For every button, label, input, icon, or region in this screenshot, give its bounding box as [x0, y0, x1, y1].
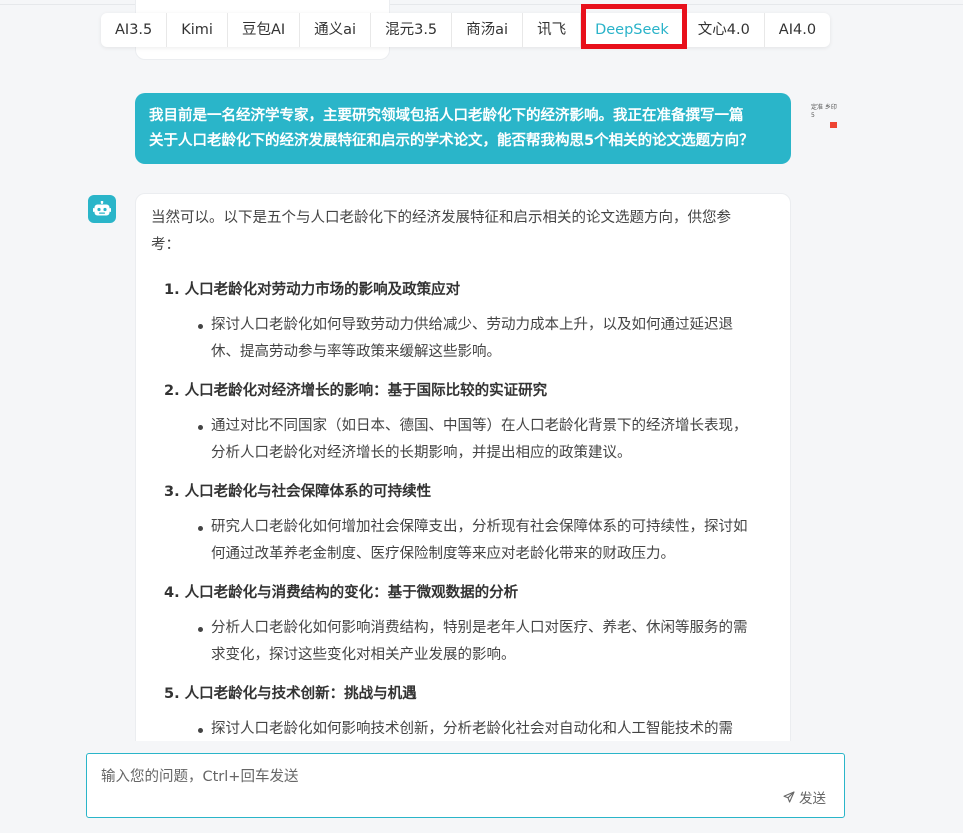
bot-intro-line: 考：: [151, 237, 180, 253]
model-tabs: AI3.5 Kimi 豆包AI 通义ai 混元3.5 商汤ai 讯飞 DeepS…: [101, 13, 831, 47]
topic-desc-line: 休、提高劳动参与率等政策来缓解这些影响。: [211, 344, 501, 360]
topic-desc: 探讨人口老龄化如何影响技术创新，分析老龄化社会对自动化和人工智能技术的需: [151, 716, 776, 743]
chat-page: AI3.5 Kimi 豆包AI 通义ai 混元3.5 商汤ai 讯飞 DeepS…: [0, 0, 963, 833]
topic-item: 1. 人口老龄化对劳动力市场的影响及政策应对 探讨人口老龄化如何导致劳动力供给减…: [151, 277, 776, 366]
tab-ai35[interactable]: AI3.5: [101, 13, 168, 47]
topic-desc-line: 研究人口老龄化如何增加社会保障支出，分析现有社会保障体系的可持续性，探讨如: [211, 519, 748, 535]
topic-desc-line: 分析人口老龄化如何影响消费结构，特别是老年人口对医疗、养老、休闲等服务的需: [211, 620, 748, 636]
topic-desc: 分析人口老龄化如何影响消费结构，特别是老年人口对医疗、养老、休闲等服务的需 求变…: [151, 615, 776, 669]
send-label: 发送: [799, 791, 826, 807]
tab-sensetime[interactable]: 商汤ai: [452, 13, 524, 47]
tab-kimi[interactable]: Kimi: [167, 13, 228, 47]
topic-desc-line: 分析人口老龄化对经济增长的长期影响，并提出相应的政策建议。: [211, 445, 632, 461]
input-area: 发送: [0, 741, 963, 833]
bot-intro: 当然可以。以下是五个与人口老龄化下的经济发展特征和启示相关的论文选题方向，供您参…: [151, 205, 776, 259]
topic-desc: 研究人口老龄化如何增加社会保障支出，分析现有社会保障体系的可持续性，探讨如 何通…: [151, 514, 776, 568]
bot-message-card: 当然可以。以下是五个与人口老龄化下的经济发展特征和启示相关的论文选题方向，供您参…: [135, 193, 791, 833]
avatar-stamp-icon: [830, 122, 837, 128]
robot-icon: [93, 201, 111, 216]
tab-hunyuan[interactable]: 混元3.5: [371, 13, 453, 47]
user-message-bubble: 我目前是一名经济学专家，主要研究领域包括人口老龄化下的经济影响。我正在准备撰写一…: [135, 93, 791, 164]
topic-item: 3. 人口老龄化与社会保障体系的可持续性 研究人口老龄化如何增加社会保障支出，分…: [151, 479, 776, 568]
tab-doubao[interactable]: 豆包AI: [228, 13, 301, 47]
tab-tongyi[interactable]: 通义ai: [300, 13, 372, 47]
bot-avatar: [88, 195, 116, 223]
topic-title: 2. 人口老龄化对经济增长的影响：基于国际比较的实证研究: [164, 383, 548, 399]
topic-title: 5. 人口老龄化与技术创新：挑战与机遇: [164, 686, 417, 702]
topic-item: 4. 人口老龄化与消费结构的变化：基于微观数据的分析 分析人口老龄化如何影响消费…: [151, 580, 776, 669]
user-message-line: 关于人口老龄化下的经济发展特征和启示的学术论文，能否帮我构思5个相关的论文选题方…: [149, 133, 754, 149]
topic-title: 4. 人口老龄化与消费结构的变化：基于微观数据的分析: [164, 585, 519, 601]
topic-desc-line: 求变化，探讨这些变化对相关产业发展的影响。: [211, 647, 516, 663]
tab-wenxin[interactable]: 文心4.0: [684, 13, 765, 47]
topic-desc: 通过对比不同国家（如日本、德国、中国等）在人口老龄化背景下的经济增长表现， 分析…: [151, 413, 776, 467]
user-avatar-text: 定准 乡印 5: [811, 104, 837, 119]
topic-desc: 探讨人口老龄化如何导致劳动力供给减少、劳动力成本上升，以及如何通过延迟退 休、提…: [151, 312, 776, 366]
tab-deepseek[interactable]: DeepSeek: [581, 13, 684, 47]
send-icon: [783, 791, 795, 803]
user-avatar: 定准 乡印 5: [811, 104, 837, 128]
topic-title: 3. 人口老龄化与社会保障体系的可持续性: [164, 484, 432, 500]
topic-title: 1. 人口老龄化对劳动力市场的影响及政策应对: [164, 282, 461, 298]
topic-item: 5. 人口老龄化与技术创新：挑战与机遇 探讨人口老龄化如何影响技术创新，分析老龄…: [151, 681, 776, 743]
topic-desc-line: 探讨人口老龄化如何导致劳动力供给减少、劳动力成本上升，以及如何通过延迟退: [211, 317, 733, 333]
tab-ai40[interactable]: AI4.0: [765, 13, 830, 47]
bot-intro-line: 当然可以。以下是五个与人口老龄化下的经济发展特征和启示相关的论文选题方向，供您参: [151, 210, 731, 226]
topic-desc-line: 探讨人口老龄化如何影响技术创新，分析老龄化社会对自动化和人工智能技术的需: [211, 721, 733, 737]
user-message-line: 我目前是一名经济学专家，主要研究领域包括人口老龄化下的经济影响。我正在准备撰写一…: [149, 108, 744, 124]
topic-desc-line: 何通过改革养老金制度、医疗保险制度等来应对老龄化带来的财政压力。: [211, 546, 675, 562]
send-button[interactable]: 发送: [783, 787, 826, 807]
topic-item: 2. 人口老龄化对经济增长的影响：基于国际比较的实证研究 通过对比不同国家（如日…: [151, 378, 776, 467]
question-input[interactable]: [87, 754, 844, 817]
question-input-box: 发送: [86, 753, 845, 818]
tab-xunfei[interactable]: 讯飞: [523, 13, 582, 47]
topic-desc-line: 通过对比不同国家（如日本、德国、中国等）在人口老龄化背景下的经济增长表现，: [211, 418, 748, 434]
